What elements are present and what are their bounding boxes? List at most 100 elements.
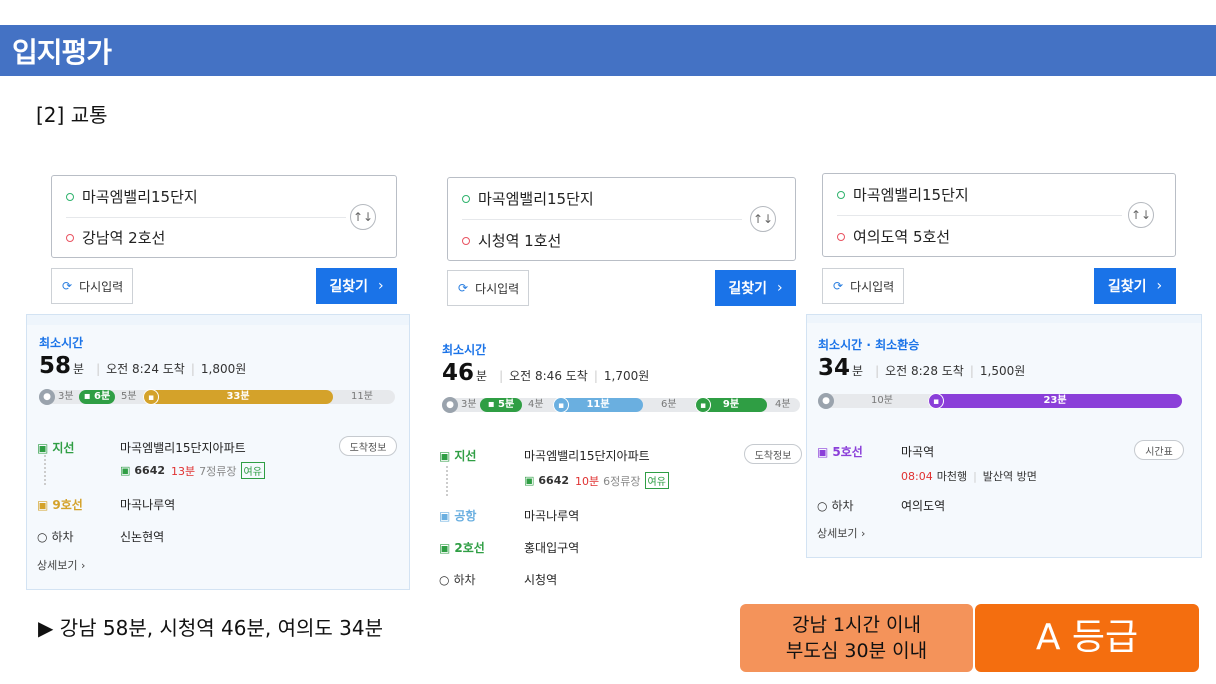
reset-label: 다시입력 (850, 279, 895, 294)
criteria-line-1: 강남 1시간 이내 (791, 614, 922, 636)
stop-name: 마곡나루역 (120, 498, 176, 512)
bus-eta: 10분 (575, 474, 600, 488)
transfer-minutes: 6분 (661, 399, 677, 410)
reset-button[interactable]: ⟳ 다시입력 (447, 270, 529, 306)
train2-minutes: 9분 (722, 399, 740, 410)
search-label: 길찾기 (329, 279, 369, 295)
stop-name: 마곡나루역 (524, 509, 580, 523)
timetable-button[interactable]: 시간표 (1134, 440, 1184, 460)
arrival-time: 오전 8:46 도착 (509, 369, 588, 383)
detail-link[interactable]: 상세보기 › (37, 557, 85, 573)
depart-time: 08:04 (901, 469, 933, 483)
result-panel: 최소시간 58 분 | 오전 8:24 도착 | 1,800원 ● 3분 ▪ 6… (26, 314, 410, 590)
train-minutes: 23분 (1043, 395, 1067, 406)
divider (66, 217, 346, 218)
bus-number: 6642 (134, 464, 166, 477)
search-label: 길찾기 (728, 281, 768, 297)
minutes-unit: 분 (73, 362, 85, 376)
stops-left: 6정류장 (603, 474, 641, 488)
arrival-info-button[interactable]: 도착정보 (339, 436, 397, 456)
search-button[interactable]: 길찾기 › (316, 268, 397, 304)
bus-arrival: ▣ 6642 13분 7정류장 여유 (120, 462, 265, 479)
leg-line (44, 455, 46, 485)
train-segment: 23분 (928, 394, 1182, 408)
crowd-badge: 여유 (644, 472, 669, 489)
stop-name: 홍대입구역 (524, 541, 580, 555)
swap-icon[interactable]: ↑↓ (1128, 202, 1154, 228)
stop-name: 마곡엠밸리15단지아파트 (120, 441, 246, 455)
separator: | (593, 369, 598, 383)
train-minutes: 11분 (586, 399, 610, 410)
wait-minutes: 5분 (121, 391, 137, 402)
time-summary: 46 분 | 오전 8:46 도착 | 1,700원 (442, 360, 649, 386)
route-tag: 최소시간 (39, 336, 84, 350)
separator: | (973, 469, 977, 483)
reset-button[interactable]: ⟳ 다시입력 (822, 268, 904, 304)
destination-field[interactable]: 여의도역 5호선 (837, 226, 950, 247)
origin-field[interactable]: 마곡엠밸리15단지 (462, 188, 594, 209)
swap-icon[interactable]: ↑↓ (750, 206, 776, 232)
result-body[interactable]: 최소시간 46 분 | 오전 8:46 도착 | 1,700원 ● 3분 ▪ 5… (435, 330, 805, 594)
crowd-badge: 여유 (240, 462, 265, 479)
bus-icon: ▣ (439, 448, 451, 463)
time-summary: 34 분 | 오전 8:28 도착 | 1,500원 (818, 355, 1025, 381)
train-icon: ▪ (143, 389, 159, 405)
destination-dot-icon (66, 233, 74, 242)
origin-dot-icon (462, 194, 470, 203)
leg-name: ▣ 공항 (439, 508, 477, 524)
destination-field[interactable]: 시청역 1호선 (462, 230, 561, 251)
search-label: 길찾기 (1107, 279, 1147, 295)
result-body[interactable]: 최소시간 · 최소환승 34 분 | 오전 8:28 도착 | 1,500원 ●… (807, 323, 1201, 557)
destination-label: 시청역 1호선 (478, 232, 562, 250)
search-button[interactable]: 길찾기 › (1094, 268, 1176, 304)
minutes-unit: 분 (476, 369, 488, 383)
result-body[interactable]: 최소시간 58 분 | 오전 8:24 도착 | 1,800원 ● 3분 ▪ 6… (27, 325, 409, 589)
bus-icon: ▣ (37, 440, 49, 455)
detail-link[interactable]: 상세보기 › (817, 525, 865, 541)
chevron-right-icon: › (80, 559, 86, 572)
origin-field[interactable]: 마곡엠밸리15단지 (66, 186, 198, 207)
origin-dot-icon (66, 192, 74, 201)
criteria-line-2: 부도심 30분 이내 (785, 640, 928, 662)
bus-segment: ▪ 6분 (79, 390, 115, 404)
train-icon: ▣ (817, 444, 829, 459)
swap-icon[interactable]: ↑↓ (350, 204, 376, 230)
arrival-info-button[interactable]: 도착정보 (744, 444, 802, 464)
stops-left: 7정류장 (199, 464, 237, 478)
divider (837, 215, 1122, 216)
total-minutes: 34 (818, 355, 851, 381)
bus-number: 6642 (538, 474, 570, 487)
bus-arrival: ▣ 6642 10분 6정류장 여유 (524, 472, 669, 489)
stop-name: 신논현역 (120, 530, 165, 544)
reset-button[interactable]: ⟳ 다시입력 (51, 268, 133, 304)
search-button[interactable]: 길찾기 › (715, 270, 796, 306)
destination-label: 강남역 2호선 (82, 229, 166, 247)
grade-badge: A 등급 (975, 604, 1199, 672)
chevron-right-icon: › (378, 278, 384, 294)
route-tag: 최소시간 · 최소환승 (818, 338, 920, 352)
walk-icon: ● (818, 393, 834, 409)
leg-name: ▣ 지선 (439, 448, 477, 464)
stop-name: 여의도역 (901, 499, 946, 513)
platform: 발산역 방면 (982, 470, 1037, 483)
origin-label: 마곡엠밸리15단지 (478, 190, 594, 208)
section-title: [2] 교통 (36, 103, 108, 127)
bus-icon: ▪ (83, 391, 91, 402)
arrival-time: 오전 8:24 도착 (106, 362, 185, 376)
destination-field[interactable]: 강남역 2호선 (66, 227, 165, 248)
result-panel: 최소시간 · 최소환승 34 분 | 오전 8:28 도착 | 1,500원 ●… (806, 314, 1202, 558)
stop-name: 마곡역 (901, 445, 935, 459)
route-input-box: 마곡엠밸리15단지 시청역 1호선 ↑↓ (447, 177, 796, 261)
bus-icon: ▣ (524, 474, 535, 487)
slide: 입지평가 [2] 교통 마곡엠밸리15단지 강남역 2호선 ↑↓ ⟳ 다시입력 … (0, 0, 1216, 684)
train-departure: 08:04 마천행 | 발산역 방면 (901, 468, 1037, 484)
route-input-box: 마곡엠밸리15단지 여의도역 5호선 ↑↓ (822, 173, 1176, 257)
origin-field[interactable]: 마곡엠밸리15단지 (837, 184, 969, 205)
walk-icon: ● (39, 389, 55, 405)
time-summary: 58 분 | 오전 8:24 도착 | 1,800원 (39, 353, 246, 379)
fare: 1,800원 (200, 362, 247, 376)
train-icon: ▣ (37, 497, 49, 512)
chevron-right-icon: › (777, 280, 783, 296)
leg-line (446, 466, 448, 496)
chevron-right-icon: › (860, 527, 866, 540)
